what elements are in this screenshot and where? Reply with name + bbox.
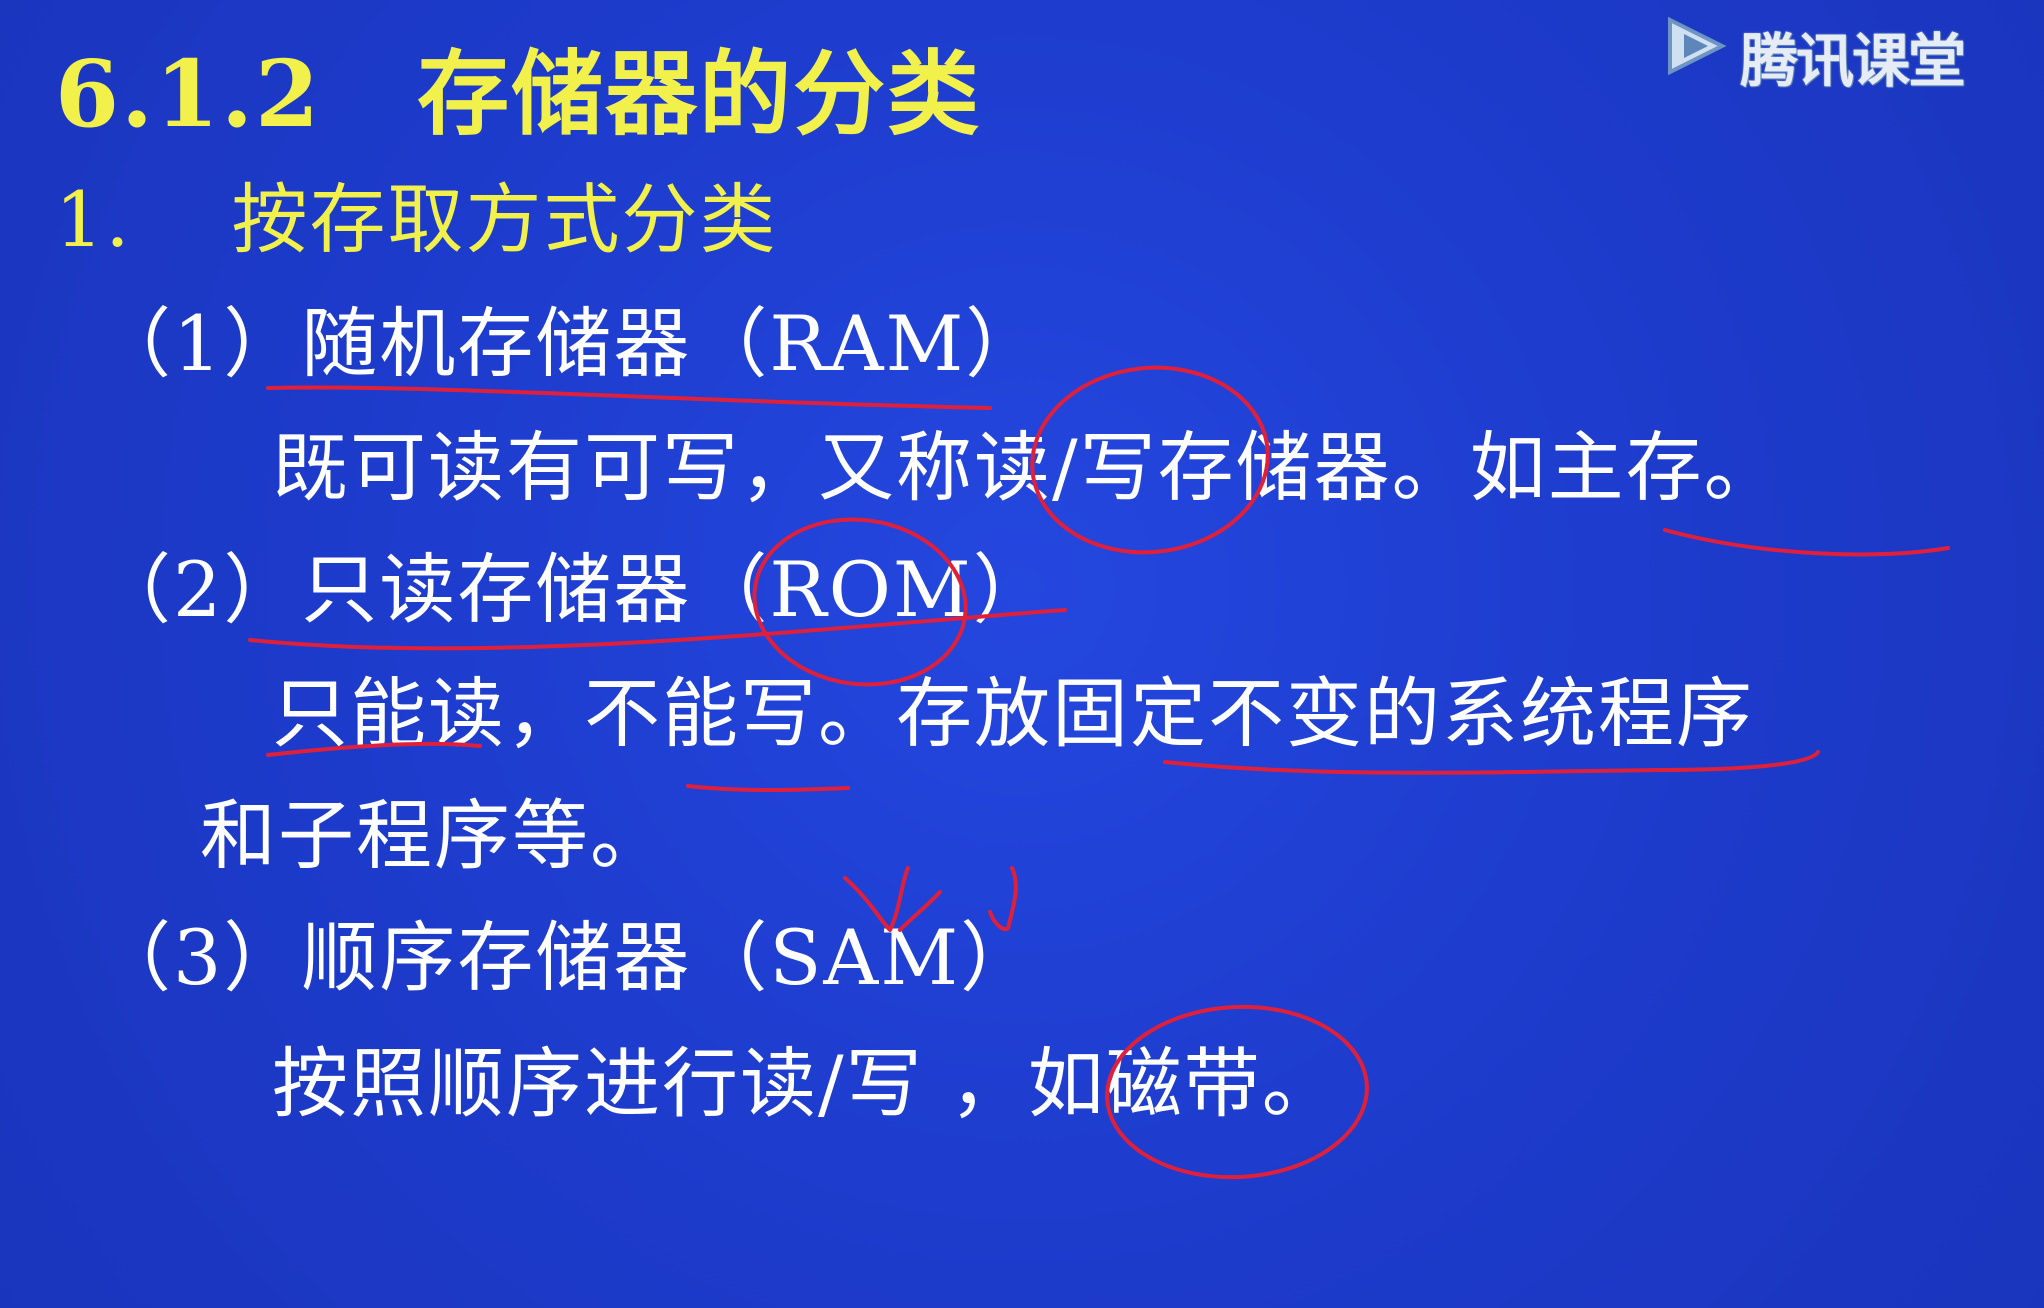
section-heading: 1. 按存取方式分类 (55, 182, 778, 258)
watermark-logo: 腾讯课堂 (1662, 8, 2044, 95)
item-rom-description-line-1: 只能读，不能写。存放固定不变的系统程序 (272, 669, 1754, 758)
underline-ram (266, 385, 992, 410)
item-sam-label: （3）顺序存储器（SAM） (95, 913, 1039, 1002)
slide-title: 6.1.2 存储器的分类 (55, 48, 981, 140)
section-heading-text: 按存取方式分类 (231, 175, 778, 264)
lecture-slide: 腾讯课堂 6.1.2 存储器的分类 1. 按存取方式分类 （1）随机存储器（RAM）… (0, 0, 2044, 1308)
slide-title-number: 6.1.2 (55, 40, 322, 148)
underline-main-memory (1663, 528, 1950, 557)
item-ram-description: 既可读有可写，又称读/写存储器。如主存。 (272, 423, 1782, 512)
section-heading-number: 1. (55, 175, 132, 264)
item-rom-label: （2）只读存储器（ROM） (95, 545, 1051, 634)
item-rom-description-line-2: 和子程序等。 (200, 791, 668, 880)
underline-cannot-write (686, 784, 850, 792)
slide-title-text: 存储器的分类 (417, 40, 982, 148)
watermark-brand-text: 腾讯课堂 (1740, 27, 1966, 95)
item-ram-label: （1）随机存储器（RAM） (95, 299, 1044, 388)
item-sam-description: 按照顺序进行读/写 ，如磁带。 (272, 1039, 1340, 1128)
